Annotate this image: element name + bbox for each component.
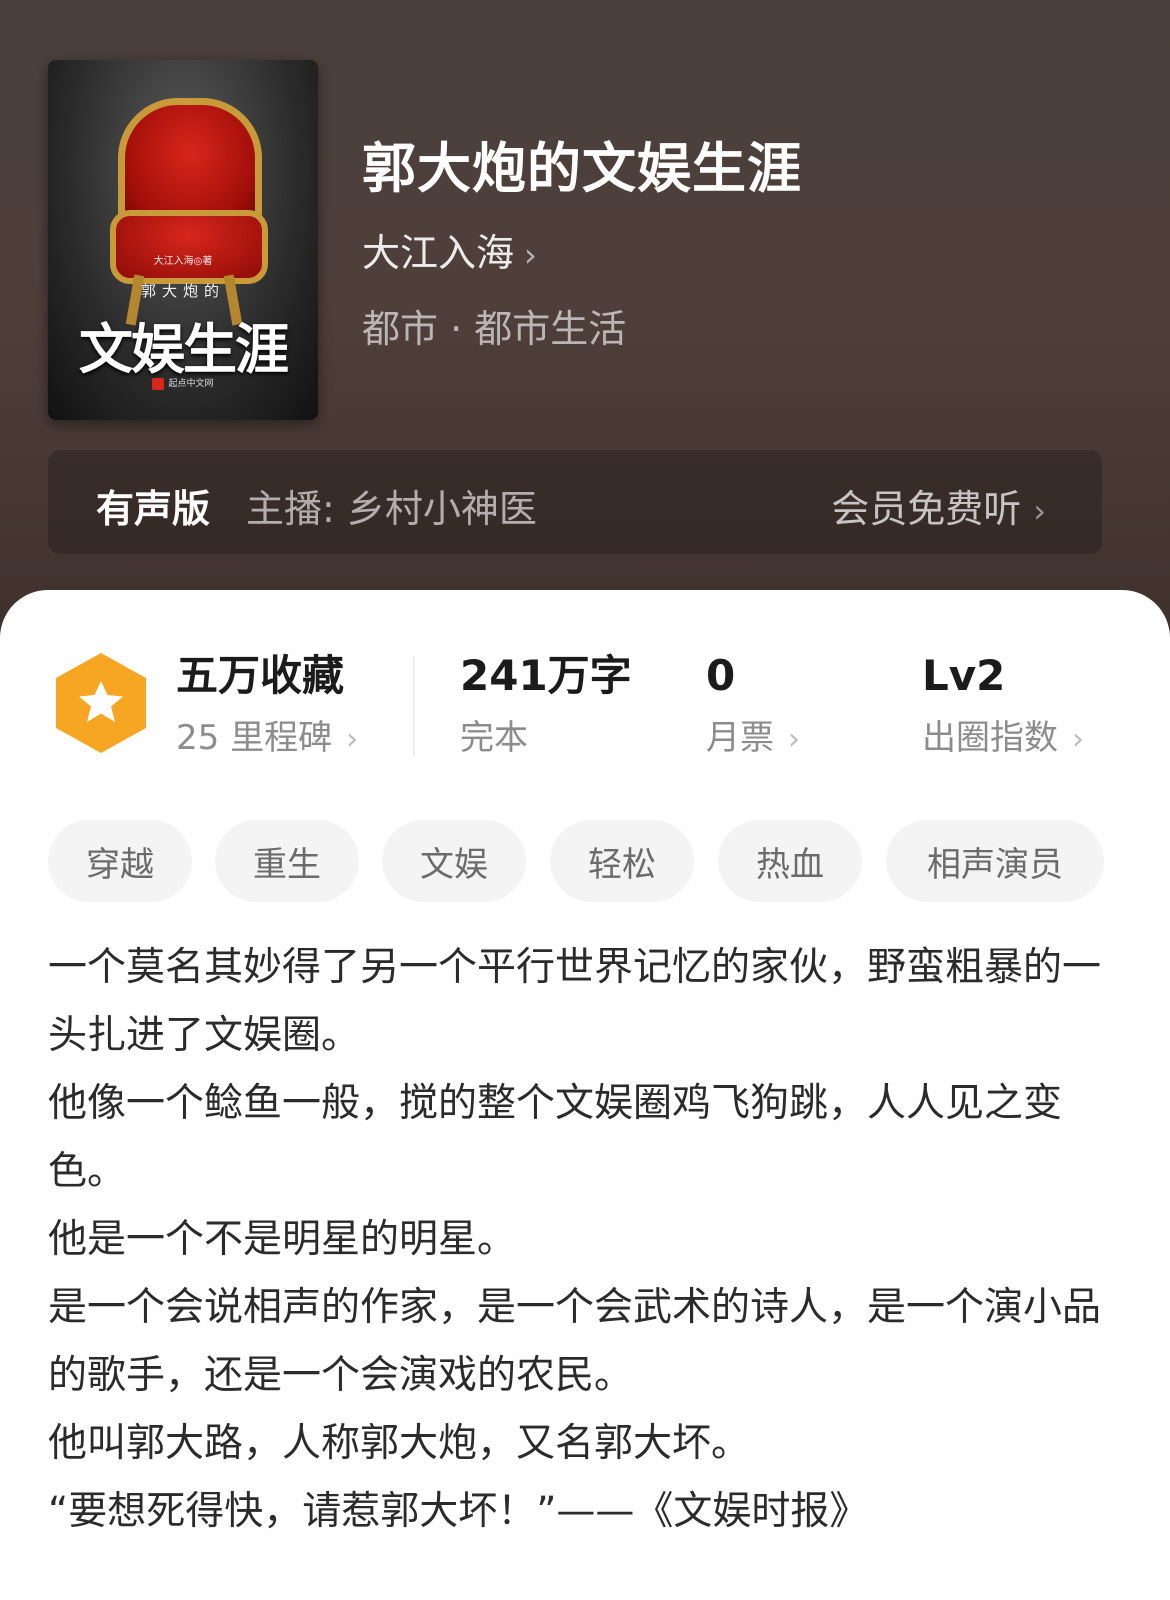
description-paragraph: 他像一个鲶鱼一般，搅的整个文娱圈鸡飞狗跳，人人见之变色。 [48, 1081, 1063, 1194]
member-free-listen-link[interactable]: 会员免费听 › [831, 478, 1046, 533]
author-name: 大江入海 [362, 231, 515, 275]
cover-author: 大江入海◎著 [153, 256, 213, 267]
chevron-right-icon: › [788, 722, 800, 757]
book-genre: 都市 · 都市生活 [362, 307, 627, 351]
tag-list: 穿越 重生 文娱 轻松 热血 相声演员 [48, 820, 1128, 902]
audiobook-banner[interactable]: 有声版 主播: 乡村小神医 会员免费听 › [48, 450, 1102, 554]
tag-chip[interactable]: 相声演员 [886, 820, 1104, 902]
publisher-logo-icon [152, 377, 165, 390]
audiobook-label: 有声版 [96, 487, 211, 531]
book-cover[interactable]: 大江入海◎著 郭大炮的 文娱生涯 起点中文网 [48, 60, 318, 420]
completion-status: 完本 [460, 718, 528, 758]
author-link[interactable]: 大江入海 › [362, 222, 537, 277]
favorites-stat[interactable]: 五万收藏 25 里程碑 › [176, 648, 358, 759]
book-description: 一个莫名其妙得了另一个平行世界记忆的家伙，野蛮粗暴的一头扎进了文娱圈。 他像一个… [48, 934, 1108, 1546]
word-count-value: 241万字 [460, 651, 632, 700]
description-paragraph: 是一个会说相声的作家，是一个会武术的诗人，是一个演小品的歌手，还是一个会演戏的农… [48, 1285, 1102, 1398]
chevron-right-icon: › [524, 236, 537, 274]
monthly-votes-label: 月票 [706, 718, 774, 758]
chevron-right-icon: › [1072, 722, 1084, 757]
cover-title: 文娱生涯 [79, 317, 289, 381]
favorites-value: 五万收藏 [176, 651, 345, 700]
member-free-listen-label: 会员免费听 [831, 487, 1022, 531]
stats-divider [413, 656, 415, 756]
audiobook-host: 主播: 乡村小神医 [246, 487, 537, 531]
star-hexagon-icon [56, 653, 146, 753]
description-paragraph: 他叫郭大路，人称郭大炮，又名郭大坏。 [48, 1421, 751, 1466]
description-paragraph: 一个莫名其妙得了另一个平行世界记忆的家伙，野蛮粗暴的一头扎进了文娱圈。 [48, 945, 1102, 1058]
tag-chip[interactable]: 穿越 [48, 820, 192, 902]
word-count-stat: 241万字 完本 [460, 648, 632, 759]
book-title: 郭大炮的文娱生涯 [362, 137, 802, 200]
description-paragraph: 他是一个不是明星的明星。 [48, 1217, 517, 1262]
popularity-label: 出圈指数 [922, 718, 1058, 758]
cover-publisher: 起点中文网 [48, 376, 318, 390]
tag-chip[interactable]: 轻松 [550, 820, 694, 902]
cover-publisher-name: 起点中文网 [168, 379, 214, 389]
tag-chip[interactable]: 重生 [215, 820, 359, 902]
cover-subtitle: 郭大炮的 [140, 282, 225, 300]
chevron-right-icon: › [346, 722, 359, 757]
milestone-label: 25 里程碑 [176, 718, 333, 758]
popularity-value: Lv2 [922, 651, 1006, 700]
description-paragraph: “要想死得快，请惹郭大坏！”——《文娱时报》 [48, 1489, 869, 1534]
popularity-stat[interactable]: Lv2 出圈指数 › [922, 648, 1084, 759]
cover-chair-seat [110, 210, 268, 284]
tag-chip[interactable]: 文娱 [382, 820, 526, 902]
monthly-votes-value: 0 [706, 651, 736, 700]
tag-chip[interactable]: 热血 [718, 820, 862, 902]
book-detail-sheet: 五万收藏 25 里程碑 › 241万字 完本 0 月票 › Lv2 出圈指数 › 穿越… [0, 590, 1170, 1600]
chevron-right-icon: › [1033, 492, 1046, 530]
monthly-votes-stat[interactable]: 0 月票 › [706, 648, 800, 759]
